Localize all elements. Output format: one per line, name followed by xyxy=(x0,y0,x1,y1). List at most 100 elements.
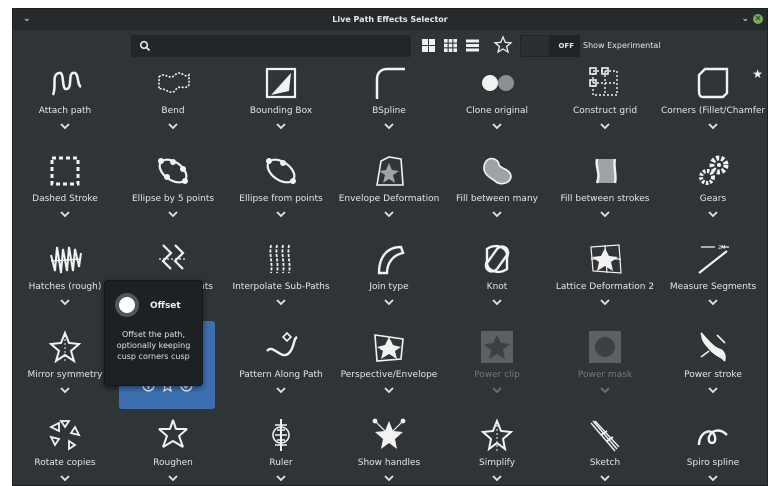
envelope-deformation-icon xyxy=(376,156,404,186)
effect-bspline[interactable]: BSpline xyxy=(337,65,441,149)
toggle-knob xyxy=(521,36,549,56)
effect-construct-grid[interactable]: Construct grid xyxy=(553,65,657,149)
effect-fill-between-strokes[interactable]: Fill between strokes xyxy=(553,153,657,237)
effect-attach-path[interactable]: Attach path xyxy=(13,65,117,149)
effect-spiro-spline[interactable]: Spiro spline xyxy=(661,417,765,485)
effect-label: Power clip xyxy=(474,370,520,380)
effect-interpolate-subpaths[interactable]: Interpolate Sub-Paths xyxy=(229,241,333,325)
chevron-down-icon[interactable] xyxy=(599,210,611,220)
close-icon[interactable]: ✕ xyxy=(753,14,763,24)
effect-envelope-deformation[interactable]: Envelope Deformation xyxy=(337,153,441,237)
effect-dashed-stroke[interactable]: Dashed Stroke xyxy=(13,153,117,237)
effect-power-stroke[interactable]: Power stroke xyxy=(661,329,765,413)
title-bar: ⌄ Live Path Effects Selector ⌄ ✕ xyxy=(13,9,767,30)
effect-power-clip[interactable]: Power clip xyxy=(445,329,549,413)
effect-ellipse-5-points[interactable]: Ellipse by 5 points xyxy=(121,153,225,237)
search-input[interactable] xyxy=(131,35,411,57)
effect-gears[interactable]: Gears xyxy=(661,153,765,237)
favorites-star-icon[interactable] xyxy=(493,35,513,55)
show-handles-icon xyxy=(372,418,406,449)
chevron-down-icon[interactable] xyxy=(491,386,503,396)
rotate-copies-icon xyxy=(48,420,81,451)
chevron-down-icon[interactable] xyxy=(707,474,719,484)
window-title: Live Path Effects Selector xyxy=(332,15,448,24)
pattern-along-path-icon xyxy=(266,331,298,357)
effect-measure-segments[interactable]: 2M Measure Segments xyxy=(661,241,765,325)
chevron-down-icon[interactable] xyxy=(275,298,287,308)
effect-sketch[interactable]: Sketch xyxy=(553,417,657,485)
chevron-down-icon[interactable] xyxy=(491,474,503,484)
chevron-down-icon[interactable] xyxy=(707,386,719,396)
effect-rotate-copies[interactable]: Rotate copies xyxy=(13,417,117,485)
chevron-down-icon[interactable] xyxy=(383,386,395,396)
effect-mirror-symmetry[interactable]: Mirror symmetry xyxy=(13,329,117,413)
chevron-down-icon[interactable] xyxy=(707,298,719,308)
dashed-stroke-icon xyxy=(50,156,80,186)
chevron-down-icon[interactable] xyxy=(599,122,611,132)
hatches-icon xyxy=(50,246,82,274)
effect-join-type[interactable]: Join type xyxy=(337,241,441,325)
chevron-down-icon[interactable] xyxy=(275,474,287,484)
chevron-down-icon[interactable] xyxy=(383,122,395,132)
experimental-toggle[interactable]: OFF xyxy=(520,35,580,57)
grid-large-icon[interactable] xyxy=(419,36,437,54)
chevron-down-icon[interactable] xyxy=(275,386,287,396)
chevron-down-icon[interactable] xyxy=(491,122,503,132)
effect-ellipse-from-points[interactable]: Ellipse from points xyxy=(229,153,333,237)
effect-label: Spiro spline xyxy=(686,458,740,468)
chevron-down-icon[interactable] xyxy=(491,210,503,220)
effect-perspective-envelope[interactable]: Perspective/Envelope xyxy=(337,329,441,413)
window-menu-icon[interactable]: ⌄ xyxy=(23,9,31,30)
grid-small-icon[interactable] xyxy=(441,36,459,54)
chevron-down-icon[interactable] xyxy=(275,122,287,132)
roughen-icon xyxy=(158,419,188,448)
effect-corners[interactable]: Corners (Fillet/Chamfer) ★ xyxy=(661,65,765,149)
spiro-spline-icon xyxy=(697,429,728,446)
effect-lattice-deformation[interactable]: Lattice Deformation 2 xyxy=(553,241,657,325)
effect-label: Construct grid xyxy=(572,106,638,116)
effect-simplify[interactable]: Simplify xyxy=(445,417,549,485)
power-mask-icon xyxy=(589,331,621,363)
effect-bounding-box[interactable]: Bounding Box xyxy=(229,65,333,149)
effect-knot[interactable]: Knot xyxy=(445,241,549,325)
chevron-down-icon[interactable] xyxy=(59,122,71,132)
attach-path-icon xyxy=(51,71,82,96)
chevron-down-icon[interactable] xyxy=(707,122,719,132)
effect-power-mask[interactable]: Power mask xyxy=(553,329,657,413)
gears-icon xyxy=(699,155,729,185)
effect-hatches[interactable]: Hatches (rough) xyxy=(13,241,117,325)
chevron-down-icon[interactable] xyxy=(59,298,71,308)
chevron-down-icon[interactable] xyxy=(599,386,611,396)
chevron-down-icon[interactable] xyxy=(59,386,71,396)
chevron-down-icon[interactable] xyxy=(275,210,287,220)
chevron-down-icon[interactable] xyxy=(59,210,71,220)
effect-clone-original[interactable]: Clone original xyxy=(445,65,549,149)
bounding-box-icon xyxy=(265,67,297,99)
effect-label: Perspective/Envelope xyxy=(340,370,438,380)
chevron-down-icon[interactable] xyxy=(383,298,395,308)
chevron-down-icon[interactable] xyxy=(707,210,719,220)
effect-label: Lattice Deformation 2 xyxy=(555,282,655,292)
chevron-down-icon[interactable] xyxy=(167,210,179,220)
chevron-down-icon[interactable] xyxy=(167,122,179,132)
effect-bend[interactable]: Bend xyxy=(121,65,225,149)
chevron-down-icon[interactable] xyxy=(383,210,395,220)
offset-tooltip: Offset Offset the path, optionally keepi… xyxy=(104,280,203,386)
effect-show-handles[interactable]: Show handles xyxy=(337,417,441,485)
favorite-star-icon[interactable]: ★ xyxy=(752,67,763,81)
effect-label: Simplify xyxy=(478,458,516,468)
effect-roughen[interactable]: Roughen xyxy=(121,417,225,485)
effect-fill-between-many[interactable]: Fill between many xyxy=(445,153,549,237)
chevron-down-icon[interactable] xyxy=(167,474,179,484)
chevron-down-icon[interactable] xyxy=(383,474,395,484)
effect-ruler[interactable]: Ruler xyxy=(229,417,333,485)
effect-pattern-along-path[interactable]: Pattern Along Path xyxy=(229,329,333,413)
minimize-icon[interactable]: ⌄ xyxy=(741,9,749,30)
simplify-icon xyxy=(480,418,514,452)
chevron-down-icon[interactable] xyxy=(491,298,503,308)
list-icon[interactable] xyxy=(463,36,481,54)
effect-label: Gears xyxy=(699,194,727,204)
chevron-down-icon[interactable] xyxy=(599,474,611,484)
chevron-down-icon[interactable] xyxy=(599,298,611,308)
chevron-down-icon[interactable] xyxy=(59,474,71,484)
